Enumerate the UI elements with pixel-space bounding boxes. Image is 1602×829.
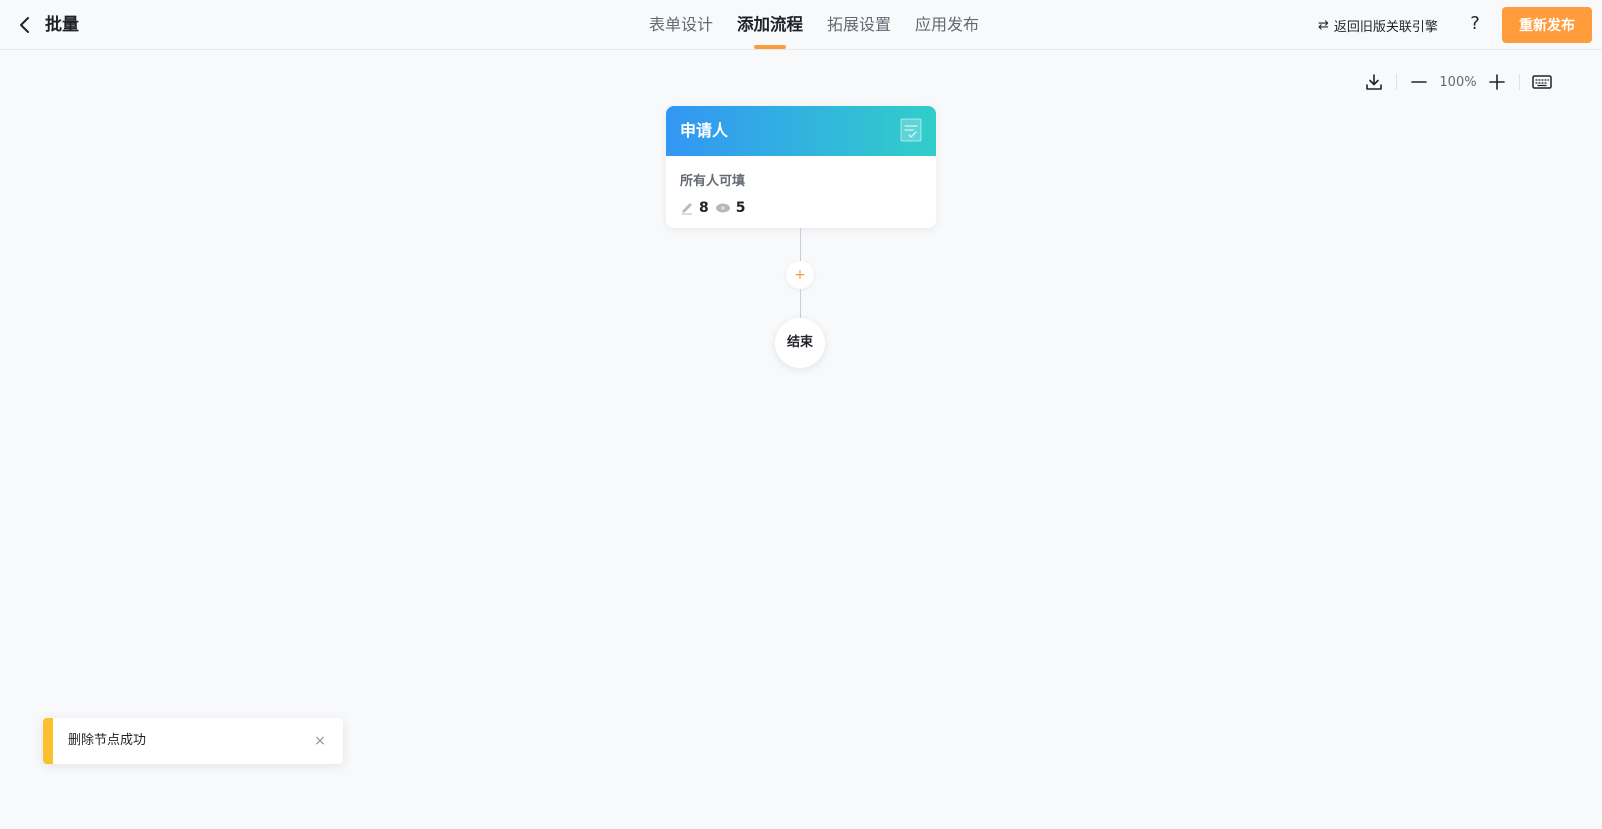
- flow-connector: [800, 289, 801, 318]
- view-count: 5: [735, 200, 746, 216]
- close-icon[interactable]: ×: [311, 732, 329, 750]
- success-toast: 删除节点成功 ×: [43, 718, 343, 764]
- zoom-out-button[interactable]: [1405, 68, 1433, 96]
- form-icon: [900, 118, 922, 142]
- node-stats: 8 5: [680, 200, 752, 216]
- toolbar-divider: [1396, 74, 1397, 90]
- tab-extension-settings[interactable]: 拓展设置: [815, 0, 903, 50]
- chevron-left-icon: [20, 17, 29, 33]
- return-legacy-engine-link[interactable]: ⇄ 返回旧版关联引擎: [1318, 14, 1438, 36]
- zoom-in-icon: [1489, 74, 1505, 90]
- top-bar: 批量 表单设计 添加流程 拓展设置 应用发布 ⇄ 返回旧版关联引擎 ? 重新发布: [0, 0, 1602, 50]
- end-node: 结束: [775, 318, 825, 368]
- zoom-in-button[interactable]: [1483, 68, 1511, 96]
- applicant-node[interactable]: 申请人 所有人可填 8 5: [666, 106, 936, 228]
- help-button[interactable]: ?: [1466, 12, 1484, 36]
- edit-count: 8: [699, 200, 709, 216]
- download-icon: [1366, 74, 1382, 90]
- zoom-out-icon: [1411, 81, 1427, 83]
- return-legacy-engine-label: 返回旧版关联引擎: [1333, 19, 1438, 35]
- zoom-level: 100%: [1439, 74, 1477, 90]
- tab-form-design[interactable]: 表单设计: [637, 0, 725, 50]
- republish-button[interactable]: 重新发布: [1502, 7, 1592, 43]
- tab-label: 添加流程: [737, 15, 804, 34]
- node-title: 申请人: [680, 121, 729, 140]
- tab-app-publish[interactable]: 应用发布: [903, 0, 991, 50]
- toolbar-divider: [1519, 74, 1520, 90]
- edit-icon: [680, 201, 694, 215]
- view-icon: [715, 202, 731, 214]
- keyboard-icon: [1532, 75, 1552, 89]
- canvas-toolbar: 100%: [1360, 68, 1556, 96]
- toast-accent-bar: [43, 718, 53, 764]
- node-description: 所有人可填: [680, 174, 746, 189]
- active-tab-indicator: [754, 45, 787, 49]
- download-button[interactable]: [1360, 68, 1388, 96]
- add-node-button[interactable]: +: [786, 261, 814, 289]
- main-tabs: 表单设计 添加流程 拓展设置 应用发布: [637, 0, 991, 50]
- flow-connector: [800, 228, 801, 261]
- tab-add-flow[interactable]: 添加流程: [725, 0, 815, 50]
- keyboard-shortcuts-button[interactable]: [1528, 68, 1556, 96]
- swap-icon: ⇄: [1318, 17, 1329, 33]
- tab-label: 应用发布: [915, 15, 980, 34]
- tab-label: 拓展设置: [827, 15, 892, 34]
- tab-label: 表单设计: [649, 15, 714, 34]
- back-button[interactable]: [14, 13, 36, 37]
- node-header: 申请人: [666, 106, 936, 156]
- app-title: 批量: [45, 15, 79, 35]
- toast-message: 删除节点成功: [68, 733, 147, 748]
